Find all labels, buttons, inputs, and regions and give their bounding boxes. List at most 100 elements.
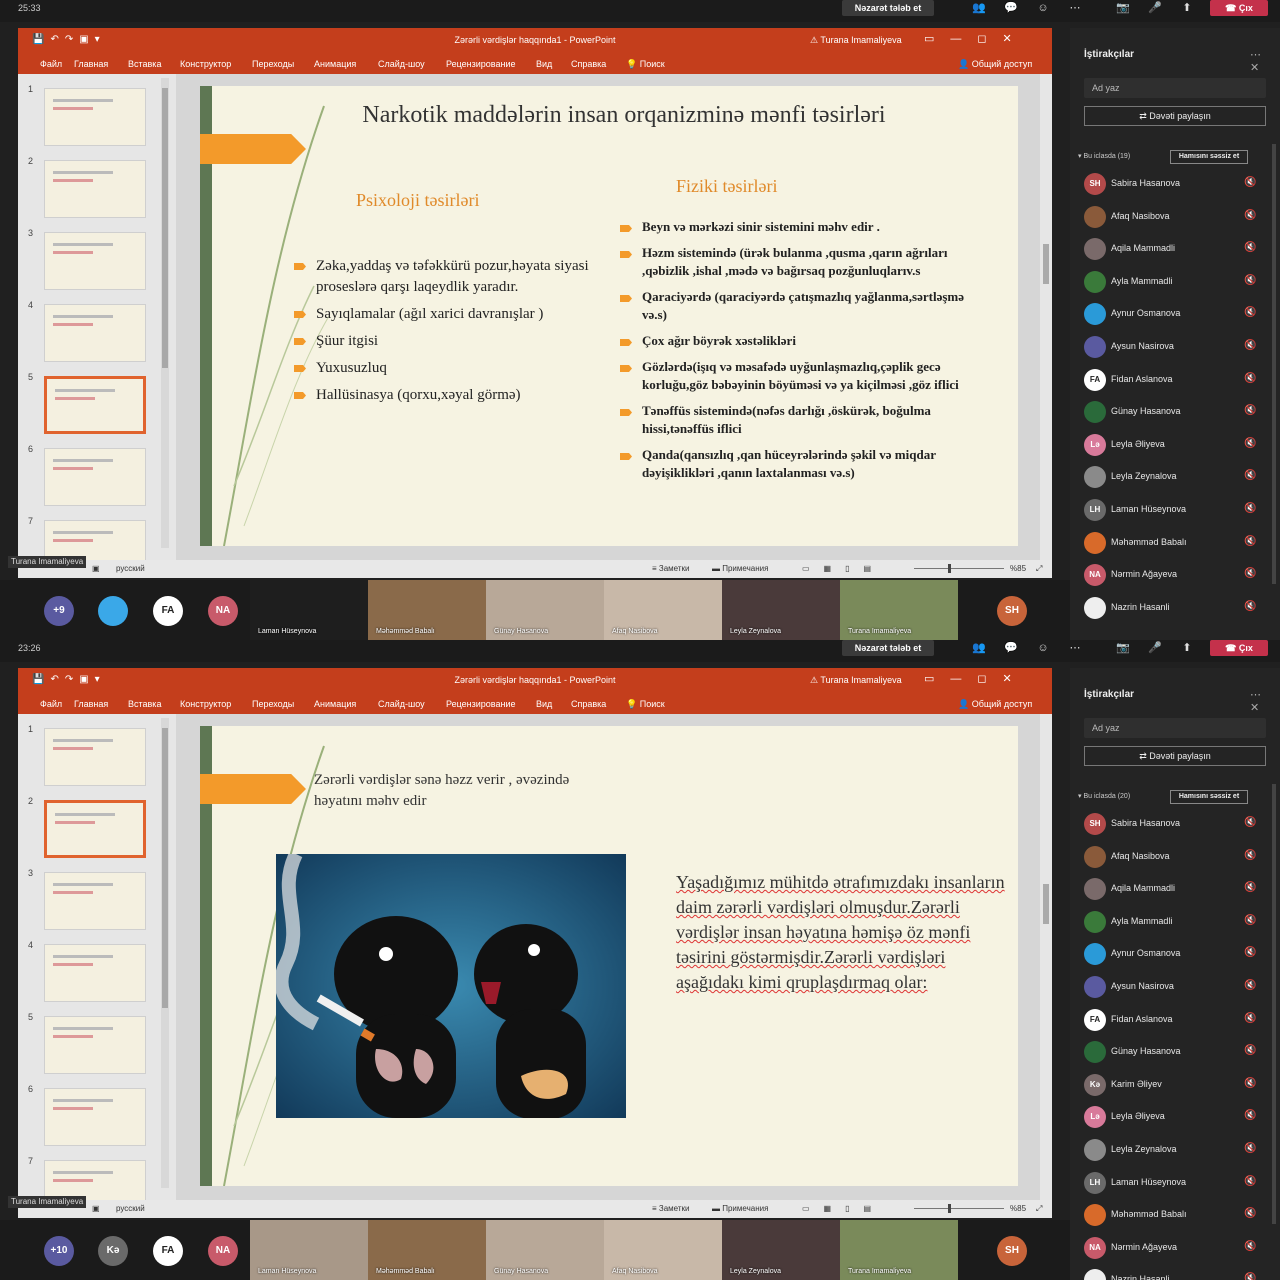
thumbnails-scrollbar[interactable] — [161, 718, 169, 1188]
scroll-thumb[interactable] — [1043, 884, 1049, 924]
scroll-thumb[interactable] — [162, 728, 168, 1008]
language-indicator[interactable]: русский — [116, 564, 145, 573]
reactions-icon[interactable]: ☺ — [1032, 640, 1054, 656]
slide-thumbnail[interactable] — [44, 304, 146, 362]
ribbon-tab[interactable]: Конструктор — [180, 59, 231, 69]
slide-view-icon[interactable]: ▣ — [92, 1204, 100, 1213]
mic-off-icon[interactable]: 🎤 — [1144, 0, 1166, 16]
invite-share-button[interactable]: ⇄ Dəvəti paylaşın — [1084, 106, 1266, 126]
participant-row[interactable]: Aynur Osmanova 🔇 — [1084, 940, 1264, 968]
ribbon-tab[interactable]: Главная — [74, 699, 108, 709]
zoom-slider-thumb[interactable] — [948, 564, 951, 573]
panel-close-icon[interactable]: ⋯✕ — [1250, 688, 1280, 714]
scroll-thumb[interactable] — [162, 88, 168, 368]
slide-thumbnail[interactable] — [44, 872, 146, 930]
people-icon[interactable]: 👥 — [968, 640, 990, 656]
comments-button[interactable]: ▬ Примечания — [712, 1204, 768, 1213]
participant-row[interactable]: Günay Hasanova 🔇 — [1084, 398, 1264, 426]
ribbon-tab[interactable]: Конструктор — [180, 699, 231, 709]
ribbon-tab[interactable]: 💡 Поиск — [626, 59, 665, 70]
ribbon-tab[interactable]: Вставка — [128, 699, 161, 709]
participant-row[interactable]: NA Nərmin Ağayeva 🔇 — [1084, 561, 1264, 589]
slide-vertical-scrollbar[interactable] — [1040, 714, 1052, 1200]
video-tile[interactable]: Leyla Zeynalova — [722, 580, 840, 640]
participant-row[interactable]: Aqila Mammadli 🔇 — [1084, 875, 1264, 903]
zoom-slider-track[interactable] — [914, 1208, 1004, 1209]
more-participants-count[interactable]: +9 — [44, 596, 74, 626]
participant-bubble[interactable]: Kə — [98, 1236, 128, 1266]
ribbon-tab[interactable]: Переходы — [252, 59, 294, 69]
scroll-thumb[interactable] — [1043, 244, 1049, 284]
participant-row[interactable]: Lə Leyla Əliyeva 🔇 — [1084, 431, 1264, 459]
camera-off-icon[interactable]: 📷 — [1112, 0, 1134, 16]
video-tile[interactable]: Afaq Nasibova — [604, 580, 722, 640]
more-options-icon[interactable]: ⋯ — [1064, 640, 1086, 656]
participants-scrollbar[interactable] — [1272, 784, 1276, 1224]
participant-row[interactable]: Afaq Nasibova 🔇 — [1084, 843, 1264, 871]
ribbon-tab[interactable]: Вид — [536, 699, 552, 709]
in-call-count[interactable]: ▾ Bu iclasda (19) — [1078, 152, 1130, 160]
ribbon-tab[interactable]: Слайд-шоу — [378, 699, 425, 709]
video-tile[interactable]: Turana Imamaliyeva — [840, 1220, 958, 1280]
participant-bubble[interactable] — [98, 596, 128, 626]
participant-row[interactable]: Ayla Mammadli 🔇 — [1084, 268, 1264, 296]
request-control-button[interactable]: Nəzarət tələb et — [842, 640, 934, 656]
ribbon-tab[interactable]: Рецензирование — [446, 59, 516, 69]
participant-row[interactable]: Məhəmməd Babalı 🔇 — [1084, 529, 1264, 557]
share-screen-icon[interactable]: ⬆ — [1176, 0, 1198, 16]
reactions-icon[interactable]: ☺ — [1032, 0, 1054, 16]
people-icon[interactable]: 👥 — [968, 0, 990, 16]
video-tile[interactable]: Laman Hüseynova — [250, 580, 368, 640]
participant-bubble[interactable]: FA — [153, 596, 183, 626]
ribbon-tab[interactable]: Рецензирование — [446, 699, 516, 709]
slide-thumbnail[interactable] — [44, 448, 146, 506]
video-tile[interactable]: Məhəmməd Babalı — [368, 1220, 486, 1280]
participant-row[interactable]: LH Laman Hüseynova 🔇 — [1084, 496, 1264, 524]
participant-row[interactable]: Məhəmməd Babalı 🔇 — [1084, 1201, 1264, 1229]
participant-row[interactable]: Aysun Nasirova 🔇 — [1084, 973, 1264, 1001]
ribbon-tab[interactable]: Вставка — [128, 59, 161, 69]
ribbon-tab[interactable]: Файл — [40, 699, 62, 709]
participant-bubble[interactable]: NA — [208, 596, 238, 626]
participant-row[interactable]: Aynur Osmanova 🔇 — [1084, 300, 1264, 328]
slide-thumbnail[interactable] — [44, 232, 146, 290]
zoom-level[interactable]: %85 — [1010, 564, 1026, 573]
zoom-level[interactable]: %85 — [1010, 1204, 1026, 1213]
video-tile[interactable]: Leyla Zeynalova — [722, 1220, 840, 1280]
participant-row[interactable]: Lə Leyla Əliyeva 🔇 — [1084, 1103, 1264, 1131]
participant-row[interactable]: LH Laman Hüseynova 🔇 — [1084, 1169, 1264, 1197]
participant-row[interactable]: Aqila Mammadli 🔇 — [1084, 235, 1264, 263]
participant-row[interactable]: Ayla Mammadli 🔇 — [1084, 908, 1264, 936]
ribbon-tab[interactable]: Файл — [40, 59, 62, 69]
participant-row[interactable]: Nazrin Hasanli 🔇 — [1084, 1266, 1264, 1280]
language-indicator[interactable]: русский — [116, 1204, 145, 1213]
panel-close-icon[interactable]: ⋯✕ — [1250, 48, 1280, 74]
participant-row[interactable]: Kə Karim Əliyev 🔇 — [1084, 1071, 1264, 1099]
participant-bubble[interactable]: NA — [208, 1236, 238, 1266]
video-tile[interactable]: Günay Hasanova — [486, 1220, 604, 1280]
notes-button[interactable]: ≡ Заметки — [652, 564, 690, 573]
slide-thumbnail[interactable] — [44, 944, 146, 1002]
share-button[interactable]: 👤 Общий доступ — [958, 699, 1032, 710]
ribbon-tab[interactable]: Анимация — [314, 699, 356, 709]
chat-icon[interactable]: 💬 — [1000, 0, 1022, 16]
mute-all-button[interactable]: Hamısını səssiz et — [1170, 790, 1248, 804]
leave-button[interactable]: ☎ Çıx — [1210, 0, 1268, 16]
ribbon-tab[interactable]: Главная — [74, 59, 108, 69]
mic-off-icon[interactable]: 🎤 — [1144, 640, 1166, 656]
ribbon-tab[interactable]: Вид — [536, 59, 552, 69]
slide-thumbnail[interactable] — [44, 160, 146, 218]
share-screen-icon[interactable]: ⬆ — [1176, 640, 1198, 656]
participant-row[interactable]: SH Sabira Hasanova 🔇 — [1084, 170, 1264, 198]
mute-all-button[interactable]: Hamısını səssiz et — [1170, 150, 1248, 164]
participant-row[interactable]: Leyla Zeynalova 🔇 — [1084, 1136, 1264, 1164]
participant-row[interactable]: Aysun Nasirova 🔇 — [1084, 333, 1264, 361]
participant-row[interactable]: Afaq Nasibova 🔇 — [1084, 203, 1264, 231]
slide-view-icon[interactable]: ▣ — [92, 564, 100, 573]
ribbon-tab[interactable]: 💡 Поиск — [626, 699, 665, 710]
zoom-slider-track[interactable] — [914, 568, 1004, 569]
participant-bubble[interactable]: FA — [153, 1236, 183, 1266]
slide-thumbnail[interactable] — [44, 376, 146, 434]
fit-to-window-icon[interactable]: ⤢ — [1036, 564, 1042, 574]
slide-vertical-scrollbar[interactable] — [1040, 74, 1052, 560]
